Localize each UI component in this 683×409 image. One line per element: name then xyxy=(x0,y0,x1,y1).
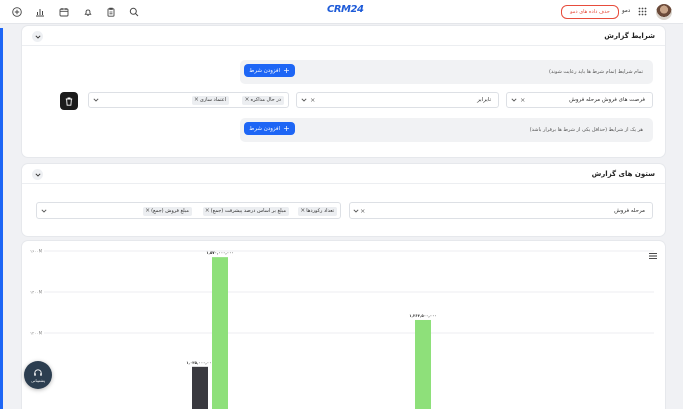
add-circle-icon[interactable] xyxy=(10,5,24,19)
plus-icon: + xyxy=(283,65,290,75)
value-chip-label: در حال مذاکره xyxy=(250,97,281,103)
bell-icon[interactable] xyxy=(81,5,95,19)
collapse-columns-button[interactable] xyxy=(32,169,43,180)
headset-icon xyxy=(34,368,42,376)
clipboard-icon[interactable] xyxy=(104,5,118,19)
remove-chip-icon[interactable]: × xyxy=(300,207,305,214)
support-button[interactable]: پشتیبانی xyxy=(24,361,52,389)
chevron-down-icon[interactable] xyxy=(301,98,307,102)
column-chip-label: تعداد رکوردها xyxy=(306,208,334,214)
chart-bar[interactable] xyxy=(415,319,431,409)
report-chart-card: ۱۶۰۰M ۱۴۰۰M ۱۲۰۰M ۱,۰۳۵,۰۰۰,۰۰۰ ۱,۵۷۰,۰۰۰,۰۰… xyxy=(22,241,665,409)
condition-values-select[interactable]: × در حال مذاکره × اعتماد سازی xyxy=(88,92,289,108)
report-columns-card: ستون های گزارش مرحله فروش × × تعداد رکورد… xyxy=(22,164,665,236)
any-conditions-box: هر یک از شرایط (حداقل یکی از شرط ها برقر… xyxy=(240,118,653,142)
group-by-select[interactable]: مرحله فروش × xyxy=(349,202,653,219)
column-chip[interactable]: × تعداد رکوردها xyxy=(298,207,337,216)
remove-chip-icon[interactable]: × xyxy=(244,96,249,103)
add-condition-label: افزودن شرط xyxy=(249,67,281,74)
clear-field-icon[interactable]: × xyxy=(520,96,525,104)
condition-operator-value: نابرابر xyxy=(477,97,491,103)
user-name[interactable]: دمو xyxy=(622,8,630,14)
column-chip-label: مبلغ فروش (جمع) xyxy=(151,208,189,214)
trash-icon xyxy=(65,97,73,106)
any-conditions-text: هر یک از شرایط (حداقل یکی از شرط ها برقر… xyxy=(529,127,643,133)
value-chip-label: اعتماد سازی xyxy=(199,97,226,103)
support-label: پشتیبانی xyxy=(31,377,45,383)
bar-chart: ۱۶۰۰M ۱۴۰۰M ۱۲۰۰M ۱,۰۳۵,۰۰۰,۰۰۰ ۱,۵۷۰,۰۰۰,۰۰… xyxy=(30,249,654,409)
bar-data-label: ۱,۵۷۰,۰۰۰,۰۰۰ xyxy=(206,250,234,255)
y-tick-label: ۱۶۰۰M xyxy=(30,249,43,254)
condition-operator-select[interactable]: نابرابر × xyxy=(296,92,499,108)
remove-chip-icon[interactable]: × xyxy=(194,96,199,103)
plus-icon: + xyxy=(283,123,290,133)
remove-chip-icon[interactable]: × xyxy=(145,207,150,214)
collapse-conditions-button[interactable] xyxy=(32,31,43,42)
all-conditions-box: تمام شرایط (تمام شرط ها باید رعایت شوند)… xyxy=(240,60,653,84)
conditions-header: شرایط گزارش xyxy=(22,26,665,46)
chart-bar[interactable] xyxy=(192,366,208,409)
clear-operator-icon[interactable]: × xyxy=(310,96,315,104)
value-chip[interactable]: × در حال مذاکره xyxy=(242,96,284,105)
chevron-down-icon[interactable] xyxy=(41,209,47,213)
crm24-logo[interactable]: CRM24 xyxy=(327,4,364,15)
group-by-value: مرحله فروش xyxy=(614,208,645,214)
chevron-down-icon xyxy=(34,34,41,39)
chevron-down-icon xyxy=(34,172,41,177)
delete-demo-data-button[interactable]: حذف داده های دمو xyxy=(561,5,619,19)
add-condition-all-button[interactable]: افزودن شرط + xyxy=(244,64,295,77)
remove-chip-icon[interactable]: × xyxy=(205,207,210,214)
columns-title: ستون های گزارش xyxy=(591,170,655,178)
y-tick-label: ۱۲۰۰M xyxy=(30,331,43,336)
chevron-down-icon[interactable] xyxy=(353,209,359,213)
chevron-down-icon[interactable] xyxy=(511,98,517,102)
chart-bar[interactable] xyxy=(212,257,228,409)
chart-menu-icon[interactable] xyxy=(649,253,657,261)
grid-icon[interactable] xyxy=(638,7,647,18)
column-chip-label: مبلغ بر اساس درصد پیشرفت (جمع) xyxy=(210,208,286,214)
chevron-down-icon[interactable] xyxy=(93,98,99,102)
column-chip[interactable]: × مبلغ فروش (جمع) xyxy=(143,207,192,216)
value-chip[interactable]: × اعتماد سازی xyxy=(191,96,229,105)
add-condition-any-button[interactable]: افزودن شرط + xyxy=(244,122,295,135)
condition-field-select[interactable]: فرصت های فروش مرحله فروش × xyxy=(506,92,653,108)
left-sidebar xyxy=(0,24,6,409)
top-bar: CRM24 حذف داده های دمو دمو xyxy=(0,0,683,24)
user-avatar[interactable] xyxy=(656,4,672,20)
y-tick-label: ۱۴۰۰M xyxy=(30,290,43,295)
sidebar-accent xyxy=(0,28,3,409)
bar-data-label: ۱,۲۶۳,۵۰۰,۰۰۰ xyxy=(409,313,437,318)
value-columns-select[interactable]: × تعداد رکوردها × مبلغ بر اساس درصد پیشرفت… xyxy=(36,202,341,219)
columns-header: ستون های گزارش xyxy=(22,164,665,184)
calendar-icon[interactable] xyxy=(57,5,71,19)
condition-field-value: فرصت های فروش مرحله فروش xyxy=(569,97,645,103)
column-chip[interactable]: × مبلغ بر اساس درصد پیشرفت (جمع) xyxy=(202,207,289,216)
delete-condition-button[interactable] xyxy=(60,92,78,110)
search-icon[interactable] xyxy=(127,5,141,19)
report-conditions-card: شرایط گزارش تمام شرایط (تمام شرط ها باید… xyxy=(22,26,665,157)
clear-group-by-icon[interactable]: × xyxy=(360,207,365,215)
chart-icon[interactable] xyxy=(33,5,47,19)
all-conditions-text: تمام شرایط (تمام شرط ها باید رعایت شوند) xyxy=(549,69,643,75)
conditions-title: شرایط گزارش xyxy=(604,32,655,40)
bar-data-label: ۱,۰۳۵,۰۰۰,۰۰۰ xyxy=(186,360,214,365)
add-condition-label: افزودن شرط xyxy=(249,125,281,132)
